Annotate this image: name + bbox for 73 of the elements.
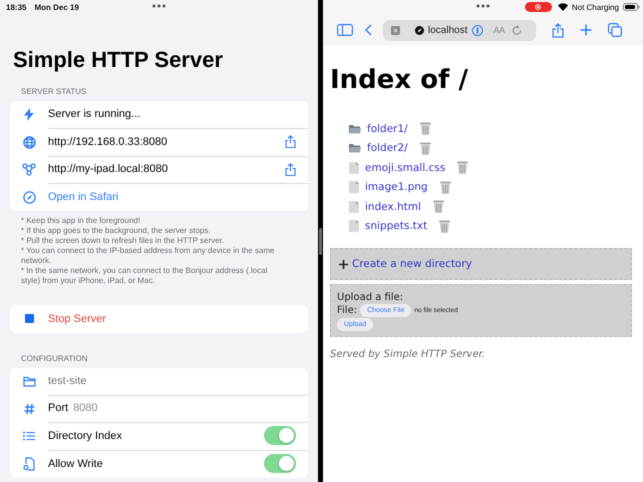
folder-icon <box>22 376 36 387</box>
compass-icon <box>22 190 36 204</box>
page-footer: Served by Simple HTTP Server. <box>330 349 632 360</box>
file-icon <box>349 200 359 213</box>
share-icon[interactable] <box>285 135 296 148</box>
battery-icon <box>623 3 640 11</box>
battery-status: Not Charging <box>572 2 619 12</box>
toggle-switch[interactable] <box>264 454 296 474</box>
password-manager-icon[interactable] <box>472 24 484 36</box>
section-header: SERVER STATUS <box>21 86 86 98</box>
setting-label: Allow Write <box>48 458 104 470</box>
file-link[interactable]: emoji.small.css <box>365 162 446 174</box>
file-link[interactable]: index.html <box>365 200 421 213</box>
section-header: CONFIGURATION <box>21 352 88 364</box>
server-status-text: Server is running... <box>48 108 142 120</box>
folder-icon <box>349 124 361 134</box>
file-link[interactable]: folder1/ <box>367 122 408 135</box>
file-link[interactable]: folder2/ <box>367 142 408 154</box>
share-icon[interactable] <box>552 22 564 38</box>
folder-icon <box>349 143 361 154</box>
plus-icon <box>339 260 348 268</box>
sidebar-icon[interactable] <box>337 24 353 36</box>
file-label: File: <box>337 305 358 316</box>
file-icon <box>349 181 359 194</box>
list-icon <box>23 431 35 442</box>
page-heading: Index of / <box>330 66 469 94</box>
multitasking-dots-icon[interactable] <box>152 4 166 8</box>
hint-note: * Keep this app in the foreground! <box>21 216 142 226</box>
address-text: localhost <box>428 24 468 36</box>
file-icon <box>349 220 359 232</box>
file-link[interactable]: snippets.txt <box>365 220 428 232</box>
folder-name-field[interactable]: test-site <box>48 374 296 387</box>
trash-icon[interactable] <box>432 200 444 214</box>
trash-icon[interactable] <box>439 220 450 233</box>
app-title: Simple HTTP Server <box>13 46 224 74</box>
hint-note: * You can connect to the IP-based address from any device in the same network. <box>21 246 276 266</box>
compass-icon <box>415 26 424 34</box>
stop-server-button[interactable]: Stop Server <box>48 312 106 325</box>
hint-note: * If this app goes to the background, the server stops. <box>21 226 212 236</box>
hash-icon <box>24 402 34 415</box>
port-label: Port <box>48 402 68 414</box>
status-time: 18:35 <box>6 2 26 12</box>
tabs-icon[interactable] <box>608 23 622 37</box>
stop-icon <box>24 314 34 324</box>
file-icon <box>349 162 359 174</box>
wifi-icon <box>558 3 568 11</box>
split-view-handle[interactable] <box>319 228 322 254</box>
globe-icon <box>22 136 36 149</box>
multitasking-dots-icon[interactable] <box>476 4 490 8</box>
trash-icon[interactable] <box>457 161 468 174</box>
share-icon[interactable] <box>285 162 296 176</box>
bolt-icon <box>24 108 34 122</box>
stop-loading-icon[interactable] <box>391 26 400 34</box>
setting-label: Directory Index <box>48 430 123 442</box>
status-date: Mon Dec 19 <box>34 2 79 12</box>
server-address: http://192.168.0.33:8080 <box>48 136 168 148</box>
open-in-safari-link[interactable]: Open in Safari <box>48 191 296 204</box>
file-link[interactable]: image1.png <box>365 181 428 194</box>
trash-icon[interactable] <box>440 180 451 194</box>
hint-note: * In the same network, you can connect to the Bonjour address (.local style) from your iPhone, iPad, or Mac. <box>21 266 268 286</box>
back-icon[interactable] <box>365 24 372 36</box>
new-tab-icon[interactable] <box>580 24 592 36</box>
create-directory-link[interactable]: Create a new directory <box>352 258 472 270</box>
network-icon <box>22 163 36 176</box>
document-person-icon <box>23 456 35 471</box>
trash-icon[interactable] <box>420 142 431 155</box>
trash-icon[interactable] <box>420 122 431 136</box>
upload-title: Upload a file: <box>337 292 404 303</box>
server-address: http://my-ipad.local:8080 <box>48 163 169 176</box>
hint-note: * Pull the screen down to refresh files in the HTTP server. <box>21 236 226 246</box>
address-bar[interactable]: localhost AA <box>383 20 536 40</box>
reload-icon[interactable] <box>512 24 522 36</box>
toggle-switch[interactable] <box>264 426 296 446</box>
